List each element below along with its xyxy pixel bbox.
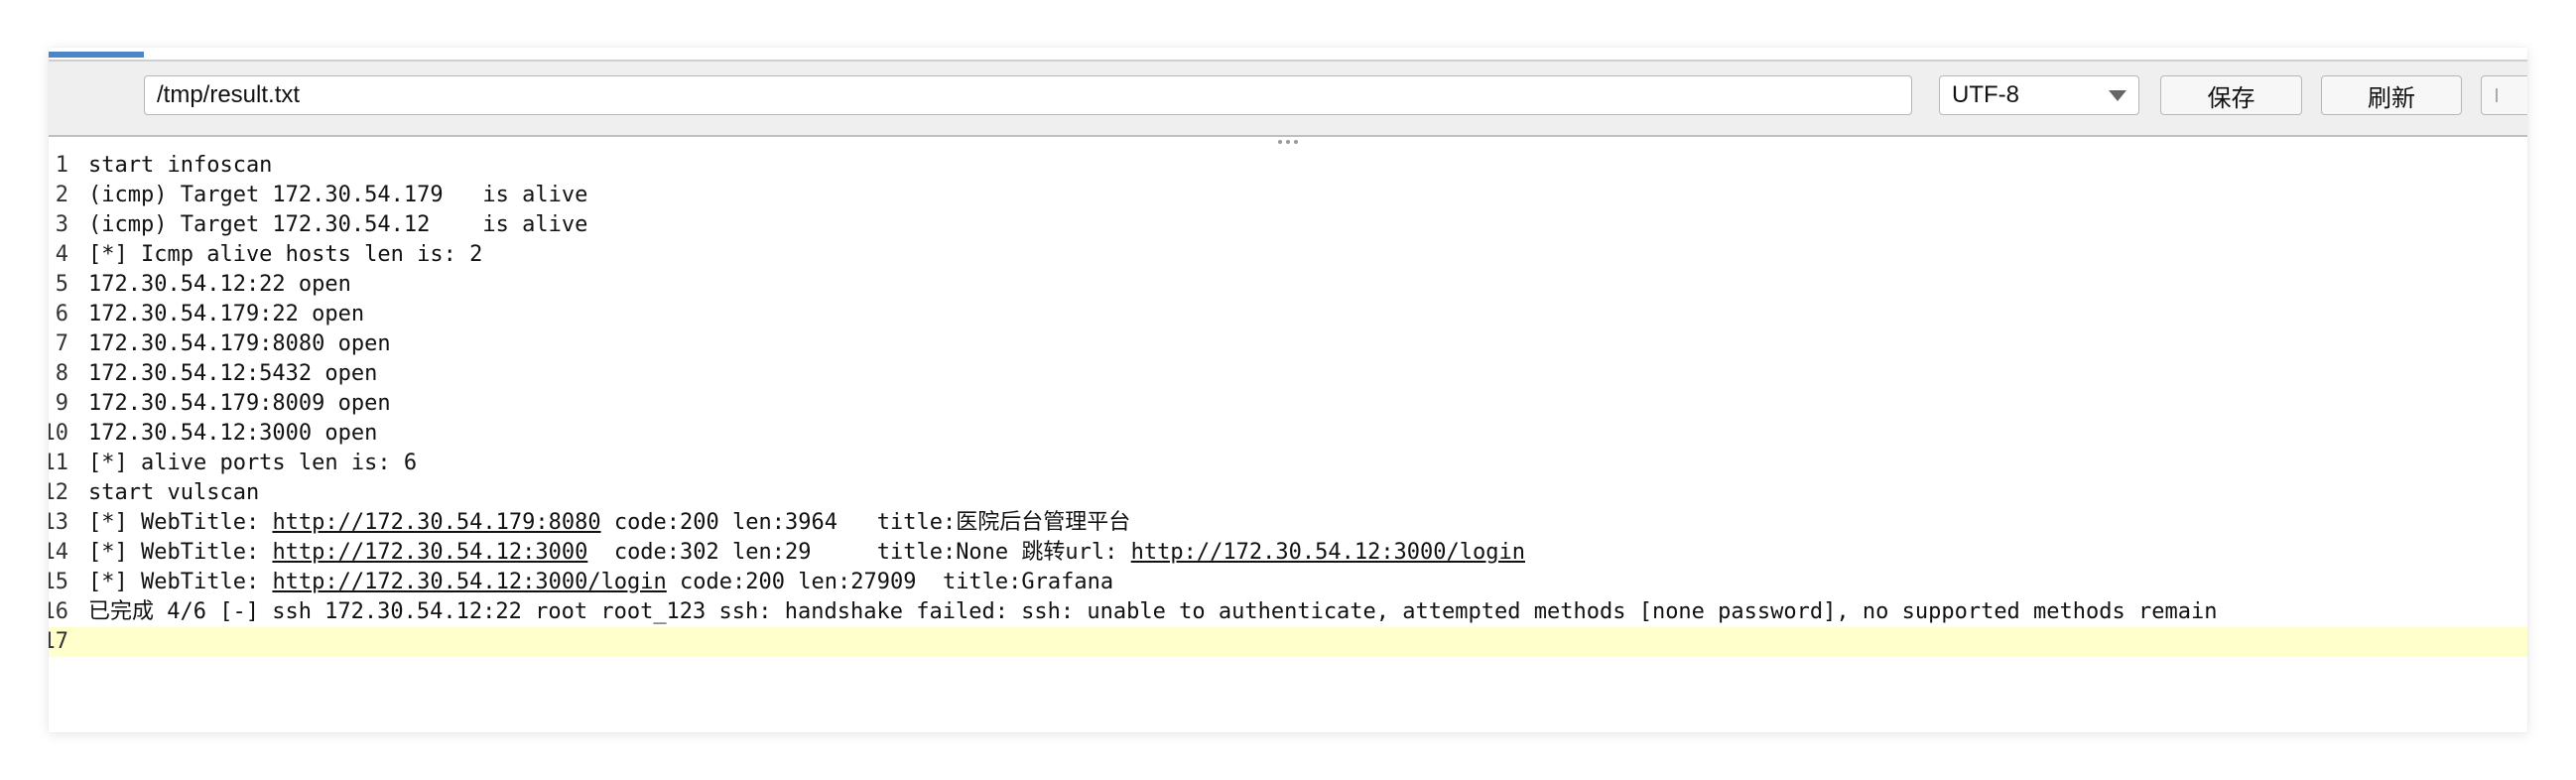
line-text: start vulscan [88,478,259,508]
line-number: 15 [49,570,68,594]
file-path-input[interactable] [144,75,1912,115]
splitter-dot-icon [1286,140,1290,144]
line-number: 16 [49,599,68,624]
toolbar-divider [49,135,2527,137]
text-segment: [*] WebTitle: [88,540,273,565]
text-segment: 172.30.54.179:8009 open [88,391,391,416]
editor-line[interactable]: 9 172.30.54.179:8009 open [49,389,2527,419]
current-line[interactable]: 17 [49,627,2527,657]
editor-line[interactable]: 6 172.30.54.179:22 open [49,300,2527,329]
line-text: 172.30.54.12:22 open [88,270,351,300]
line-number: 1 [55,153,68,178]
editor-line[interactable]: 3 (icmp) Target 172.30.54.12 is alive [49,210,2527,240]
line-number: 9 [55,391,68,416]
editor-line[interactable]: 11 [*] alive ports len is: 6 [49,449,2527,478]
line-text: [*] Icmp alive hosts len is: 2 [88,240,482,270]
line-number: 4 [55,242,68,267]
editor-line[interactable]: 1 start infoscan [49,151,2527,181]
active-tab-indicator[interactable] [49,52,144,58]
line-number: 13 [49,510,68,535]
line-number: 2 [55,183,68,207]
line-number: 7 [55,331,68,356]
text-segment: [*] Icmp alive hosts len is: 2 [88,242,483,267]
editor-line[interactable]: 7 172.30.54.179:8080 open [49,329,2527,359]
truncated-button-icon [2496,88,2498,102]
line-number: 17 [49,629,68,654]
text-segment: start vulscan [88,480,260,505]
editor-line[interactable]: 5 172.30.54.12:22 open [49,270,2527,300]
editor-line[interactable]: 4 [*] Icmp alive hosts len is: 2 [49,240,2527,270]
tab-strip [49,48,2527,62]
more-button[interactable] [2481,75,2527,115]
editor-window: UTF-8 保存 刷新 1 start infoscan 2 (icmp) Targe… [49,48,2527,732]
line-number: 14 [49,540,68,565]
line-number: 8 [55,361,68,386]
save-button-label: 保存 [2207,84,2255,112]
refresh-button-label: 刷新 [2368,84,2415,112]
url-link[interactable]: http://172.30.54.12:3000/login [1131,540,1525,565]
editor-line[interactable]: 2 (icmp) Target 172.30.54.179 is alive [49,181,2527,210]
editor-line[interactable]: 10 172.30.54.12:3000 open [49,419,2527,449]
editor-line[interactable]: 15 [*] WebTitle: http://172.30.54.12:3000… [49,568,2527,597]
text-segment: start infoscan [88,153,273,178]
splitter-dot-icon [1278,140,1282,144]
text-segment: [*] WebTitle: [88,570,273,594]
line-text: 172.30.54.12:5432 open [88,359,377,389]
save-button[interactable]: 保存 [2160,75,2302,115]
refresh-button[interactable]: 刷新 [2321,75,2462,115]
text-segment: [*] alive ports len is: 6 [88,451,418,475]
url-link[interactable]: http://172.30.54.12:3000 [272,540,587,565]
line-text: 172.30.54.179:22 open [88,300,364,329]
line-text: (icmp) Target 172.30.54.179 is alive [88,181,587,210]
line-number: 6 [55,302,68,326]
line-number: 11 [49,451,68,475]
line-number: 5 [55,272,68,297]
text-segment: 172.30.54.12:3000 open [88,421,378,446]
chevron-down-icon [2109,89,2126,101]
text-segment: (icmp) Target 172.30.54.12 is alive [88,212,588,237]
text-segment: (icmp) Target 172.30.54.179 is alive [88,183,588,207]
toolbar: UTF-8 保存 刷新 [49,62,2527,144]
text-segment: 已完成 4/6 [-] ssh 172.30.54.12:22 root roo… [88,599,2218,624]
line-number: 10 [49,421,68,446]
line-text: [*] alive ports len is: 6 [88,449,417,478]
line-number: 12 [49,480,68,505]
line-number: 3 [55,212,68,237]
text-segment: [*] WebTitle: [88,510,273,535]
text-segment: 172.30.54.179:8080 open [88,331,391,356]
encoding-select[interactable]: UTF-8 [1939,75,2139,115]
splitter-handle[interactable] [49,135,2527,149]
text-segment: 172.30.54.179:22 open [88,302,365,326]
line-text: start infoscan [88,151,272,181]
line-text: [*] WebTitle: http://172.30.54.12:3000/l… [88,568,1113,597]
line-text: (icmp) Target 172.30.54.12 is alive [88,210,587,240]
line-text: 已完成 4/6 [-] ssh 172.30.54.12:22 root roo… [88,597,2217,627]
text-segment: 172.30.54.12:5432 open [88,361,378,386]
editor-line[interactable]: 12 start vulscan [49,478,2527,508]
text-segment: 172.30.54.12:22 open [88,272,351,297]
line-text: [*] WebTitle: http://172.30.54.12:3000 c… [88,538,1525,568]
text-editor[interactable]: 1 start infoscan 2 (icmp) Target 172.30.54.… [49,151,2527,732]
line-text: 172.30.54.179:8080 open [88,329,391,359]
url-link[interactable]: http://172.30.54.179:8080 [272,510,600,535]
line-text: 172.30.54.12:3000 open [88,419,377,449]
url-link[interactable]: http://172.30.54.12:3000/login [272,570,666,594]
text-segment: code:302 len:29 title:None 跳转url: [587,540,1131,565]
splitter-dot-icon [1294,140,1298,144]
editor-line[interactable]: 13 [*] WebTitle: http://172.30.54.179:808… [49,508,2527,538]
editor-line[interactable]: 14 [*] WebTitle: http://172.30.54.12:3000… [49,538,2527,568]
encoding-value: UTF-8 [1952,81,2019,108]
text-segment: code:200 len:3964 title:医院后台管理平台 [600,510,1131,535]
editor-line[interactable]: 8 172.30.54.12:5432 open [49,359,2527,389]
line-text: 172.30.54.179:8009 open [88,389,391,419]
line-text: [*] WebTitle: http://172.30.54.179:8080 … [88,508,1130,538]
editor-line[interactable]: 16 已完成 4/6 [-] ssh 172.30.54.12:22 root r… [49,597,2527,627]
text-segment: code:200 len:27909 title:Grafana [666,570,1114,594]
